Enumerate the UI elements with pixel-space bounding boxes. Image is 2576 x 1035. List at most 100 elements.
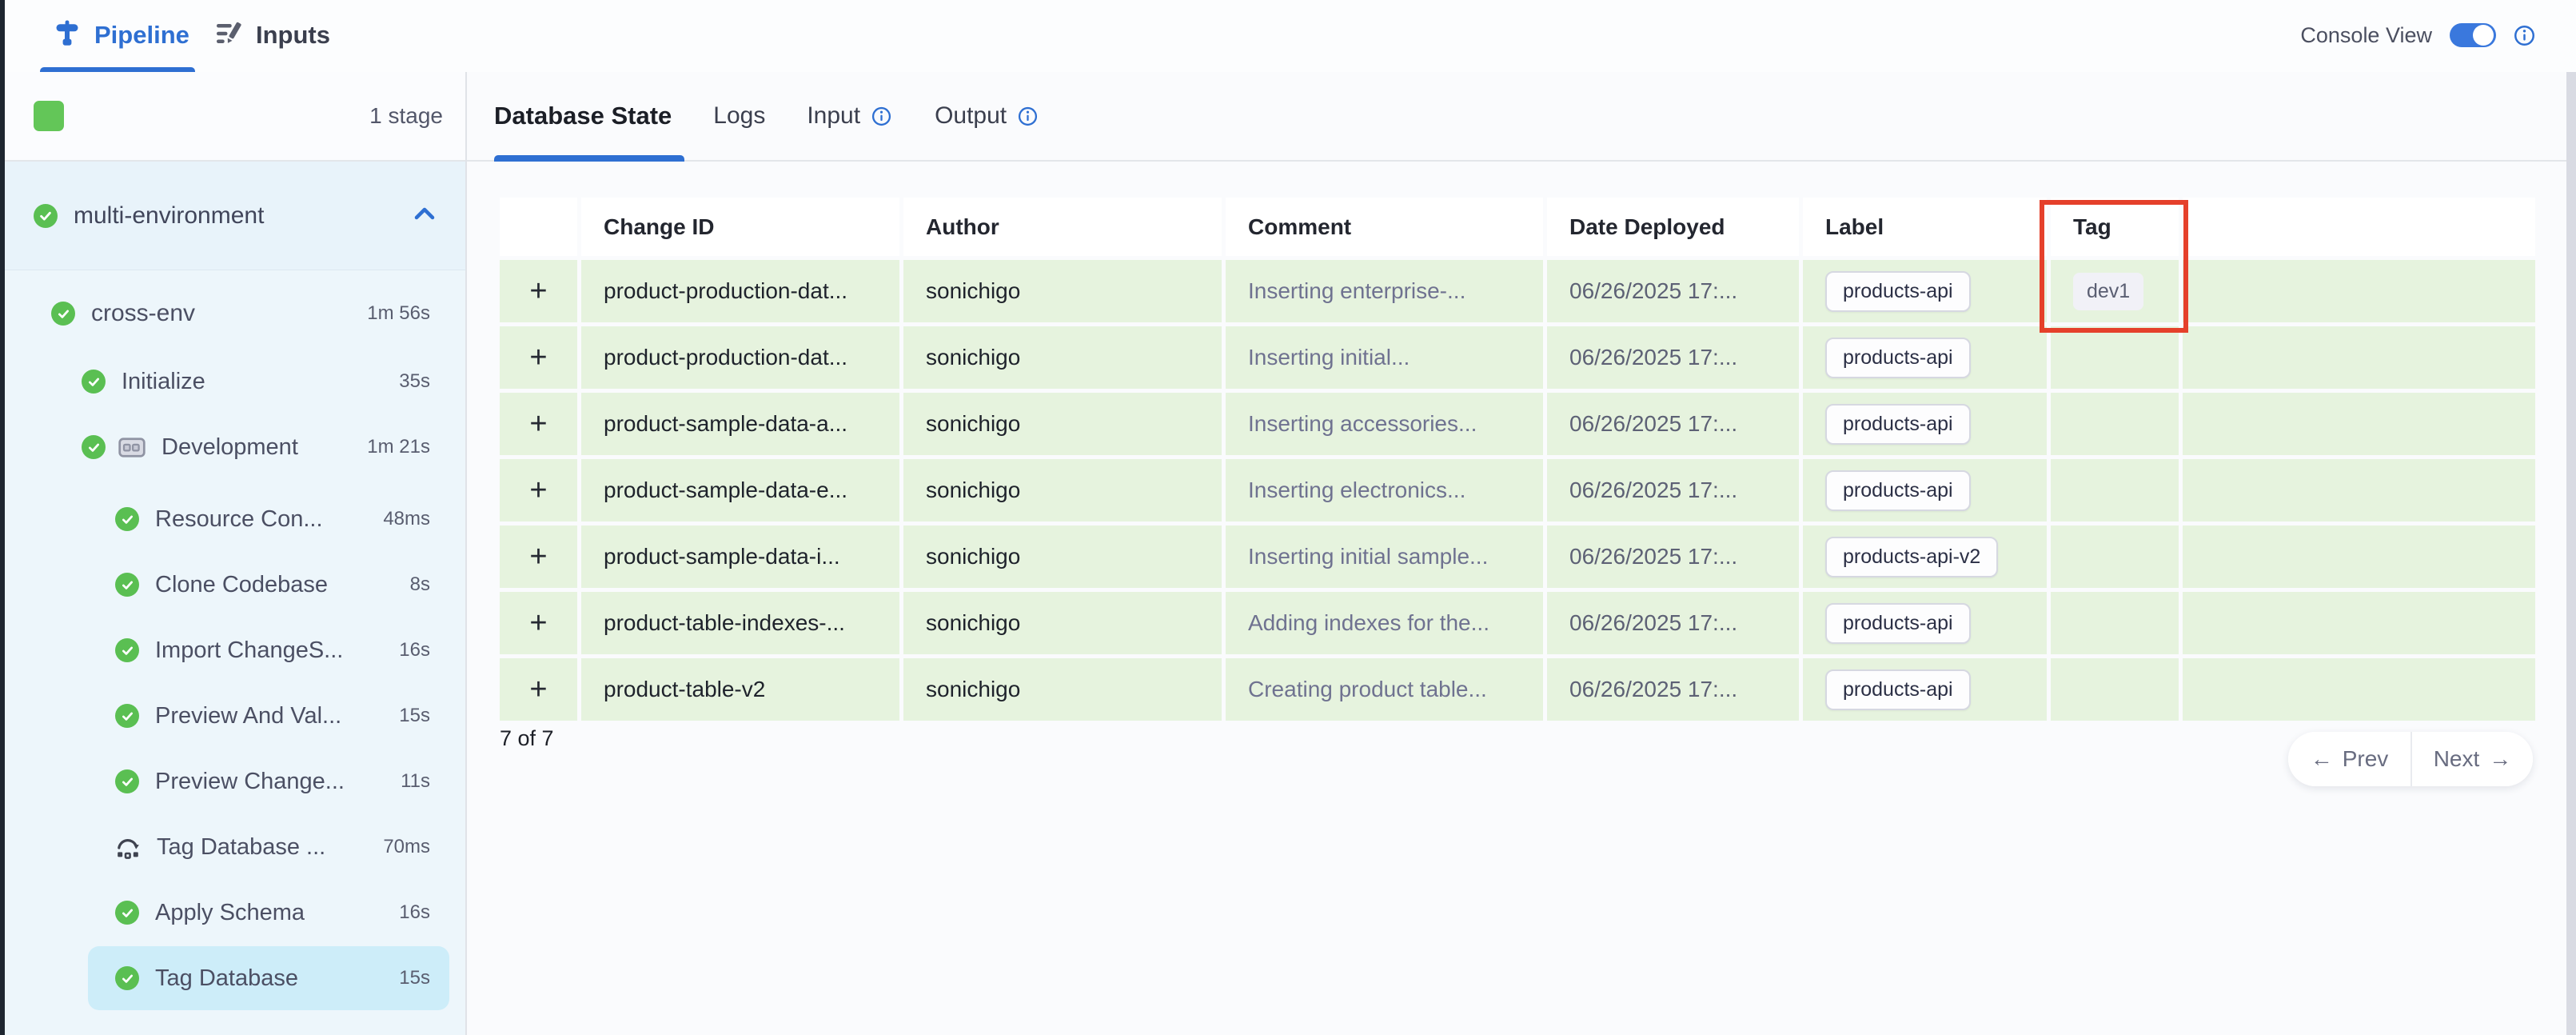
active-tab-underline — [494, 155, 684, 162]
step-row-cross-env[interactable]: cross-env1m 56s — [5, 278, 465, 349]
info-icon[interactable] — [871, 106, 893, 127]
trailing-cell — [2183, 393, 2535, 455]
step-duration: 11s — [401, 770, 430, 793]
step-row-clone-codebase[interactable]: Clone Codebase8s — [5, 552, 465, 617]
tag-cell — [2051, 326, 2179, 389]
author-cell: sonichigo — [903, 260, 1222, 322]
label-cell: products-api — [1803, 658, 2047, 721]
check-circle-icon — [51, 302, 75, 326]
console-view-toggle[interactable] — [2450, 23, 2496, 47]
toggle-knob — [2473, 25, 2494, 46]
execution-sidebar: 1 stage multi-environment cross-env1m 56… — [5, 72, 467, 1035]
check-circle-icon — [82, 370, 106, 394]
check-circle-icon — [82, 435, 106, 459]
tag-cell — [2051, 525, 2179, 588]
expand-row-button[interactable]: + — [500, 525, 577, 588]
sidebar-header: 1 stage — [5, 72, 465, 162]
step-row-preview-and-val[interactable]: Preview And Val... 15s — [5, 683, 465, 749]
check-circle-icon — [115, 966, 139, 990]
table-header-cell-label: Label — [1803, 198, 2047, 256]
tab-database-state-label: Database State — [494, 102, 672, 130]
step-row-preview-change[interactable]: Preview Change...11s — [5, 749, 465, 814]
comment-cell: Inserting enterprise-... — [1226, 260, 1543, 322]
change-id-cell: product-sample-data-i... — [581, 525, 899, 588]
author-cell: sonichigo — [903, 525, 1222, 588]
tab-logs-label: Logs — [713, 102, 765, 130]
expand-row-button[interactable]: + — [500, 658, 577, 721]
comment-cell: Inserting electronics... — [1226, 459, 1543, 521]
info-icon[interactable] — [2514, 25, 2535, 46]
tab-output-label: Output — [935, 102, 1007, 130]
check-circle-icon — [115, 507, 139, 531]
label-badge: products-api — [1825, 669, 1971, 710]
label-badge: products-api-v2 — [1825, 537, 1998, 577]
expand-row-button[interactable]: + — [500, 260, 577, 322]
comment-cell: Creating product table... — [1226, 658, 1543, 721]
tab-pipeline-label: Pipeline — [94, 21, 189, 50]
step-row-import-changes[interactable]: Import ChangeS...16s — [5, 617, 465, 683]
label-badge: products-api — [1825, 603, 1971, 644]
date-deployed-cell: 06/26/2025 17:... — [1547, 459, 1799, 521]
prev-arrow-icon: ← — [2311, 746, 2333, 772]
prev-button[interactable]: ← Prev — [2288, 732, 2411, 786]
top-bar: Pipeline Inputs Console View — [5, 0, 2576, 74]
step-row-tag-database[interactable]: Tag Database15s — [5, 945, 465, 1011]
step-row-resource-con[interactable]: Resource Con... 48ms — [5, 486, 465, 552]
step-row-development[interactable]: Development1m 21s — [5, 414, 465, 480]
tag-cell — [2051, 393, 2179, 455]
step-row-apply-schema[interactable]: Apply Schema16s — [5, 880, 465, 945]
step-row-tag-database[interactable]: Tag Database ...70ms — [5, 814, 465, 880]
expand-row-button[interactable]: + — [500, 326, 577, 389]
comment-cell: Adding indexes for the... — [1226, 592, 1543, 654]
step-duration: 1m 21s — [367, 436, 430, 458]
label-cell: products-api — [1803, 326, 2047, 389]
change-id-cell: product-sample-data-a... — [581, 393, 899, 455]
rollback-icon — [115, 835, 141, 859]
trailing-cell — [2183, 459, 2535, 521]
scrollbar-track[interactable] — [2566, 72, 2576, 1035]
date-deployed-cell: 06/26/2025 17:... — [1547, 260, 1799, 322]
change-id-cell: product-sample-data-e... — [581, 459, 899, 521]
stage-group-row[interactable]: multi-environment — [5, 162, 465, 270]
step-duration: 70ms — [383, 836, 430, 858]
expand-row-button[interactable]: + — [500, 459, 577, 521]
change-id-cell: product-table-v2 — [581, 658, 899, 721]
step-label: Tag Database — [155, 965, 298, 992]
label-cell: products-api — [1803, 459, 2047, 521]
next-button[interactable]: Next → — [2411, 732, 2533, 786]
table-header-cell-author: Author — [903, 198, 1222, 256]
step-label: Resource Con... — [155, 506, 323, 533]
expand-row-button[interactable]: + — [500, 393, 577, 455]
label-badge: products-api — [1825, 338, 1971, 378]
tab-inputs-label: Inputs — [256, 21, 330, 50]
info-icon[interactable] — [1018, 106, 1039, 127]
row-count-label: 7 of 7 — [500, 726, 554, 751]
next-button-label: Next — [2434, 746, 2480, 772]
tab-logs[interactable]: Logs — [713, 102, 765, 130]
check-circle-icon — [115, 573, 139, 597]
tab-inputs[interactable]: Inputs — [214, 0, 330, 70]
table-header-cell-comment: Comment — [1226, 198, 1543, 256]
tag-cell — [2051, 459, 2179, 521]
step-row-initialize[interactable]: Initialize35s — [5, 349, 465, 414]
tag-cell — [2051, 592, 2179, 654]
step-duration: 15s — [399, 705, 430, 727]
label-badge: products-api — [1825, 271, 1971, 312]
step-label: Preview And Val... — [155, 703, 341, 729]
tab-pipeline[interactable]: Pipeline — [53, 0, 189, 70]
label-badge: products-api — [1825, 404, 1971, 445]
tab-input-label: Input — [807, 102, 860, 130]
tab-output[interactable]: Output — [935, 102, 1039, 130]
prev-button-label: Prev — [2343, 746, 2389, 772]
tab-database-state[interactable]: Database State — [494, 102, 672, 130]
trailing-cell — [2183, 326, 2535, 389]
expand-row-button[interactable]: + — [500, 592, 577, 654]
tab-input[interactable]: Input — [807, 102, 893, 130]
step-duration: 48ms — [383, 508, 430, 530]
database-state-table: Change IDAuthorCommentDate DeployedLabel… — [500, 198, 2535, 721]
stage-group-label: multi-environment — [74, 202, 413, 230]
next-arrow-icon: → — [2489, 746, 2511, 772]
step-label: Clone Codebase — [155, 572, 328, 598]
chevron-up-icon[interactable] — [413, 204, 437, 227]
author-cell: sonichigo — [903, 658, 1222, 721]
